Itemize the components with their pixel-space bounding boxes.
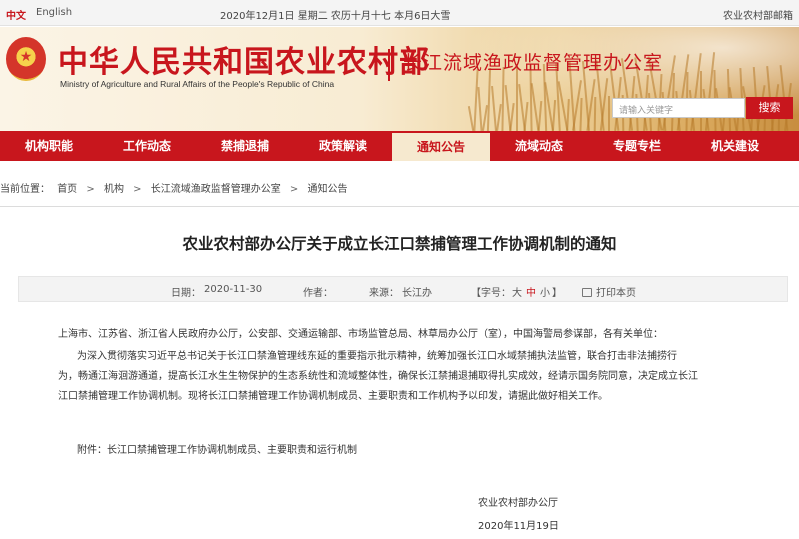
addressee: 上海市、江苏省、浙江省人民政府办公厅，公安部、交通运输部、市场监管总局、林草局办…: [58, 329, 663, 340]
font-size-large-button[interactable]: 大: [512, 284, 522, 299]
breadcrumb-notices[interactable]: 通知公告: [307, 180, 347, 195]
issue-date: 2020年11月19日: [478, 521, 559, 532]
breadcrumb-separator: >: [133, 184, 142, 195]
body-line: 为，畅通江海洄游通道，提高长江水生生物保护的生态系统性和流域整体性，确保长江禁捕…: [58, 371, 698, 382]
breadcrumb-org[interactable]: 机构: [104, 180, 124, 195]
breadcrumb: 当前位置： 首页 > 机构 > 长江流域渔政监督管理办公室 > 通知公告: [0, 180, 799, 195]
header-banner: ★ 中华人民共和国农业农村部 Ministry of Agriculture a…: [0, 27, 799, 131]
wheat-stalk: [516, 66, 518, 131]
source-value: 长江办: [402, 288, 432, 299]
article-meta-bar: 日期： 2020-11-30 作者： 来源： 长江办 【字号： 大 中 小 】 …: [18, 276, 788, 302]
ministry-title[interactable]: 中华人民共和国农业农村部: [58, 37, 430, 81]
title-divider: [388, 49, 390, 81]
current-date: 2020年12月1日 星期二 农历十月十七 本月6日大雪: [220, 11, 451, 22]
date-label: 日期：: [171, 288, 201, 299]
font-size-bracket: 】: [552, 288, 562, 299]
nav-item-notices[interactable]: 通知公告: [392, 131, 490, 161]
breadcrumb-separator: >: [86, 184, 95, 195]
nav-item-fishing-ban[interactable]: 禁捕退捕: [196, 131, 294, 161]
issuer-signature: 农业农村部办公厅: [478, 498, 558, 509]
language-chinese-link[interactable]: 中文: [6, 7, 26, 22]
breadcrumb-divider: [0, 206, 799, 207]
nav-item-party-building[interactable]: 机关建设: [686, 131, 784, 161]
publish-date: 2020-11-30: [204, 284, 263, 295]
font-size-medium-button[interactable]: 中: [526, 284, 536, 299]
nav-item-basin-news[interactable]: 流域动态: [490, 131, 588, 161]
breadcrumb-office[interactable]: 长江流域渔政监督管理办公室: [151, 180, 281, 195]
main-nav: 机构职能 工作动态 禁捕退捕 政策解读 通知公告 流域动态 专题专栏 机关建设: [0, 131, 799, 161]
top-bar: 中文 English 2020年12月1日 星期二 农历十月十七 本月6日大雪 …: [0, 0, 799, 26]
font-size-label: 【字号：: [471, 288, 511, 299]
national-emblem-icon: ★: [6, 37, 46, 81]
author-label: 作者：: [303, 288, 333, 299]
print-button[interactable]: 打印本页: [582, 284, 636, 299]
nav-item-org-functions[interactable]: 机构职能: [0, 131, 98, 161]
body-line: 江口禁捕管理工作协调机制。现将长江口禁捕管理工作协调机制成员、主要职责和工作机构…: [58, 391, 608, 402]
attachment-link[interactable]: 附件：长江口禁捕管理工作协调机制成员、主要职责和运行机制: [77, 441, 357, 461]
article-title: 农业农村部办公厅关于成立长江口禁捕管理工作协调机制的通知: [182, 235, 617, 253]
breadcrumb-separator: >: [289, 184, 299, 195]
body-line: 为深入贯彻落实习近平总书记关于长江口禁渔管理线东延的重要指示批示精神，统筹加强长…: [77, 351, 677, 362]
ministry-mailbox-link[interactable]: 农业农村部邮箱: [723, 7, 793, 22]
breadcrumb-home[interactable]: 首页: [57, 180, 77, 195]
wheat-stalk: [608, 96, 610, 131]
language-english-link[interactable]: English: [36, 7, 72, 18]
nav-item-policy[interactable]: 政策解读: [294, 131, 392, 161]
search-button[interactable]: 搜索: [746, 97, 793, 119]
source-label: 来源：: [369, 288, 399, 299]
office-name: 长江流域渔政监督管理办公室: [403, 52, 664, 74]
ministry-title-english: Ministry of Agriculture and Rural Affair…: [60, 79, 335, 89]
search-input[interactable]: 请输入关键字: [612, 98, 745, 118]
font-size-small-button[interactable]: 小: [540, 284, 550, 299]
nav-item-work-news[interactable]: 工作动态: [98, 131, 196, 161]
breadcrumb-prefix: 当前位置：: [0, 184, 50, 195]
nav-item-special-topics[interactable]: 专题专栏: [588, 131, 686, 161]
printer-icon: [582, 288, 592, 297]
